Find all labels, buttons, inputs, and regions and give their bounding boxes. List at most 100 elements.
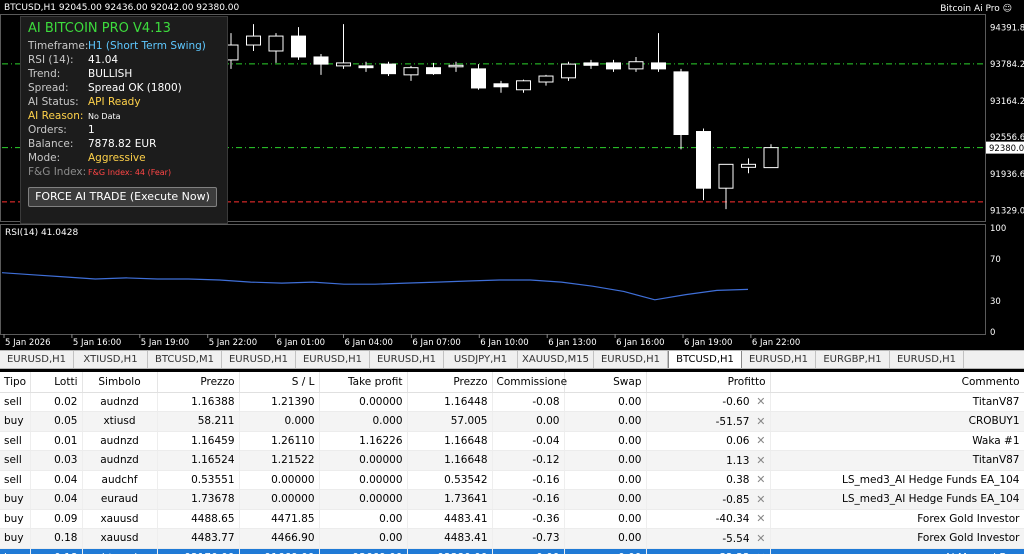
col-header-commissione[interactable]: Commissione bbox=[492, 372, 567, 393]
col-header-swap[interactable]: Swap bbox=[564, 372, 647, 393]
cell-profit: -40.34 ✕ bbox=[646, 509, 771, 529]
candle-body bbox=[291, 35, 306, 58]
candle-body bbox=[426, 67, 441, 75]
tab-btcusd-h1[interactable]: BTCUSD,H1 bbox=[668, 351, 742, 368]
ai-info-panel: AI BITCOIN PRO V4.13 Timeframe:H1 (Short… bbox=[20, 16, 228, 224]
candle bbox=[358, 61, 374, 72]
cell-commission: -0.16 bbox=[492, 470, 565, 490]
rsi-line bbox=[1, 272, 749, 301]
cell-lots: 0.18 bbox=[30, 528, 83, 549]
candle bbox=[381, 61, 396, 77]
cell-symbol: btcusd bbox=[82, 548, 158, 554]
tab-eurusd-h1[interactable]: EURUSD,H1 bbox=[222, 351, 296, 368]
tab-btcusd-m1[interactable]: BTCUSD,M1 bbox=[148, 351, 222, 368]
candle-body bbox=[493, 83, 509, 88]
profit-value: 0.38 bbox=[726, 474, 750, 487]
candle bbox=[313, 53, 329, 75]
table-row[interactable]: buy0.18btcusd92170.0091669.0093669.00923… bbox=[0, 548, 1024, 554]
candle-body bbox=[516, 80, 531, 91]
candle bbox=[583, 59, 599, 69]
table-row[interactable]: buy 0.05 xtiusd 58.211 0.000 0.000 57.005 0.00 0… bbox=[0, 411, 1024, 432]
force-ai-trade-button[interactable]: FORCE AI TRADE (Execute Now) bbox=[28, 187, 217, 207]
price-axis-label: 93164.2 bbox=[990, 97, 1024, 107]
candle-body bbox=[313, 56, 329, 65]
cell-current-price: 1.73641 bbox=[407, 489, 493, 510]
cell-symbol: xtiusd bbox=[82, 411, 158, 432]
rsi-series bbox=[1, 272, 749, 301]
cell-open-price: 1.16459 bbox=[157, 431, 240, 451]
cell-take-profit: 0.00 bbox=[319, 509, 408, 529]
table-row[interactable]: sell 0.02 audnzd 1.16388 1.21390 0.00000 1.164… bbox=[0, 392, 1024, 412]
col-header-prezzo-current[interactable]: Prezzo bbox=[407, 372, 493, 393]
table-row[interactable]: sell 0.04 audchf 0.53551 0.00000 0.00000 0.535… bbox=[0, 470, 1024, 490]
tab-usdjpy-h1[interactable]: USDJPY,H1 bbox=[444, 351, 518, 368]
time-axis-label: 6 Jan 07:00 bbox=[412, 338, 460, 348]
candle-body bbox=[606, 62, 621, 70]
close-position-icon[interactable]: ✕ bbox=[756, 512, 765, 525]
cell-type: sell bbox=[0, 431, 31, 451]
cell-comment: TitanV87 bbox=[770, 450, 1024, 471]
col-header-commento[interactable]: Commento bbox=[770, 372, 1024, 393]
cell-current-price: 92380.00 bbox=[407, 548, 493, 554]
tab-eurusd-h1[interactable]: EURUSD,H1 bbox=[296, 351, 370, 368]
candle bbox=[561, 61, 576, 81]
panel-row-mode: Mode: Aggressive bbox=[28, 152, 146, 164]
cell-type: buy bbox=[0, 411, 31, 432]
close-position-icon[interactable]: ✕ bbox=[756, 415, 765, 428]
col-header-tipo[interactable]: Tipo bbox=[0, 372, 31, 393]
col-header-prezzo-open[interactable]: Prezzo bbox=[157, 372, 240, 393]
candle-body bbox=[246, 35, 261, 46]
candle bbox=[448, 61, 464, 72]
cell-lots: 0.01 bbox=[30, 431, 83, 451]
close-position-icon[interactable]: ✕ bbox=[756, 473, 765, 486]
cell-stop-loss: 4471.85 bbox=[239, 509, 320, 529]
tab-eurusd-h1[interactable]: EURUSD,H1 bbox=[370, 351, 444, 368]
table-row[interactable]: buy 0.04 euraud 1.73678 0.00000 0.00000 1.7364… bbox=[0, 489, 1024, 510]
candle bbox=[268, 33, 284, 63]
cell-lots: 0.02 bbox=[30, 392, 83, 412]
candle-body bbox=[358, 65, 374, 69]
cell-swap: 0.00 bbox=[564, 411, 647, 432]
close-position-icon[interactable]: ✕ bbox=[756, 434, 765, 447]
candle-body bbox=[628, 61, 644, 70]
cell-swap: 0.00 bbox=[564, 450, 647, 471]
close-position-icon[interactable]: ✕ bbox=[756, 454, 765, 467]
time-axis-label: 6 Jan 04:00 bbox=[345, 338, 393, 348]
expert-advisor-name: Bitcoin Ai Pro ☺ bbox=[940, 4, 1012, 14]
cell-comment: Forex Gold Investor bbox=[770, 509, 1024, 529]
profit-value: -40.34 bbox=[715, 513, 750, 526]
tab-eurusd-h1[interactable]: EURUSD,H1 bbox=[890, 351, 964, 368]
table-row[interactable]: buy 0.18 xauusd 4483.77 4466.90 0.00 4483.41 -0… bbox=[0, 528, 1024, 549]
cell-lots: 0.09 bbox=[30, 509, 83, 529]
cell-comment: Waka #1 bbox=[770, 431, 1024, 451]
cell-profit: 0.06 ✕ bbox=[646, 431, 771, 451]
cell-symbol: audnzd bbox=[82, 450, 158, 471]
cell-commission: -0.08 bbox=[492, 392, 565, 412]
table-row[interactable]: buy 0.09 xauusd 4488.65 4471.85 0.00 4483.41 -0… bbox=[0, 509, 1024, 529]
tab-xtiusd-h1[interactable]: XTIUSD,H1 bbox=[74, 351, 148, 368]
table-row[interactable]: sell 0.01 audnzd 1.16459 1.26110 1.16226 1.166… bbox=[0, 431, 1024, 451]
col-header-sl[interactable]: S / L bbox=[239, 372, 320, 393]
col-header-simbolo[interactable]: Simbolo bbox=[82, 372, 158, 393]
tab-eurusd-h1[interactable]: EURUSD,H1 bbox=[742, 351, 816, 368]
cell-swap: 0.00 bbox=[564, 470, 647, 490]
table-row[interactable]: sell 0.03 audnzd 1.16524 1.21522 0.00000 1.166… bbox=[0, 450, 1024, 471]
col-header-take-profit[interactable]: Take profit bbox=[319, 372, 408, 393]
close-position-icon[interactable]: ✕ bbox=[756, 493, 765, 506]
cell-stop-loss: 1.26110 bbox=[239, 431, 320, 451]
tab-xauusd-m15[interactable]: XAUUSD,M15 bbox=[518, 351, 594, 368]
close-position-icon[interactable]: ✕ bbox=[756, 395, 765, 408]
candle-body bbox=[583, 62, 599, 66]
candle bbox=[403, 65, 419, 81]
close-position-icon[interactable]: ✕ bbox=[756, 532, 765, 545]
cell-commission: 0.00 bbox=[492, 411, 565, 432]
time-axis-label: 6 Jan 01:00 bbox=[277, 338, 325, 348]
col-header-profitto[interactable]: Profitto bbox=[646, 372, 771, 393]
cell-lots: 0.18 bbox=[30, 548, 83, 554]
tab-eurusd-h1[interactable]: EURUSD,H1 bbox=[0, 351, 74, 368]
col-header-lotti[interactable]: Lotti bbox=[30, 372, 83, 393]
tab-eurusd-h1[interactable]: EURUSD,H1 bbox=[594, 351, 668, 368]
tab-eurgbp-h1[interactable]: EURGBP,H1 bbox=[816, 351, 890, 368]
cell-symbol: audnzd bbox=[82, 431, 158, 451]
cell-commission: -0.73 bbox=[492, 528, 565, 549]
